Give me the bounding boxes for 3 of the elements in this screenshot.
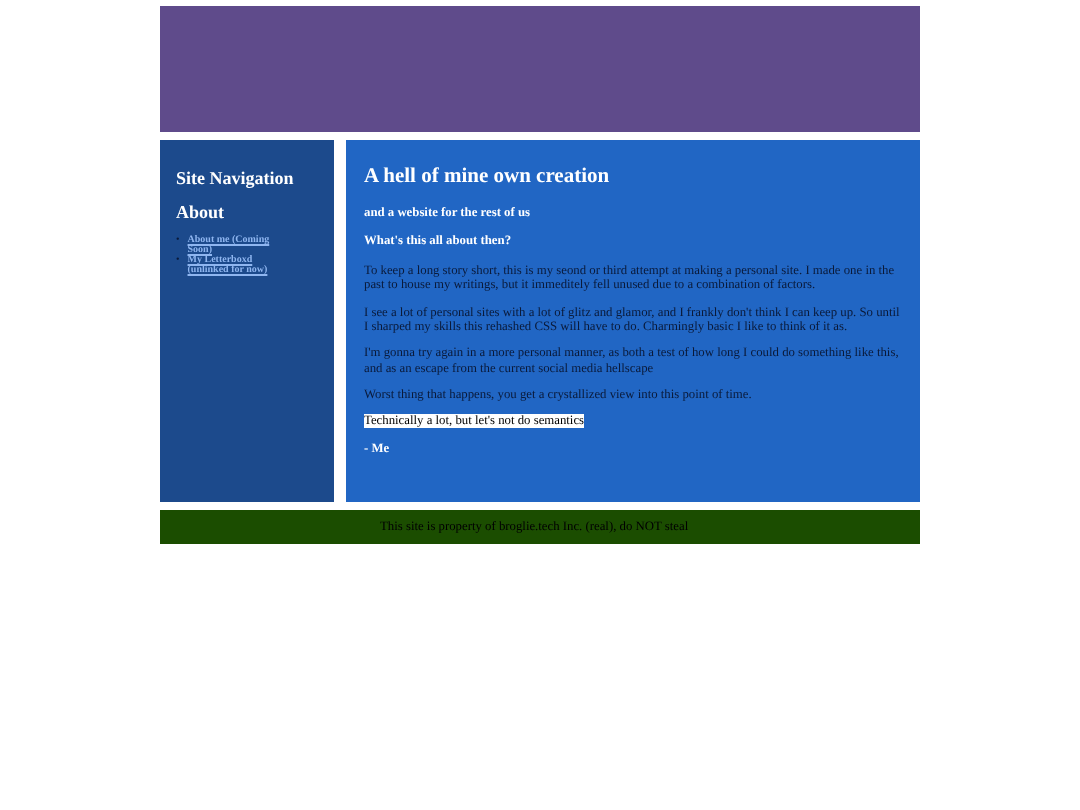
sidebar-subheading: About	[176, 202, 227, 222]
page-title: A hell of mine own creation	[364, 166, 612, 191]
sidebar-heading: Site Navigation	[176, 168, 296, 188]
